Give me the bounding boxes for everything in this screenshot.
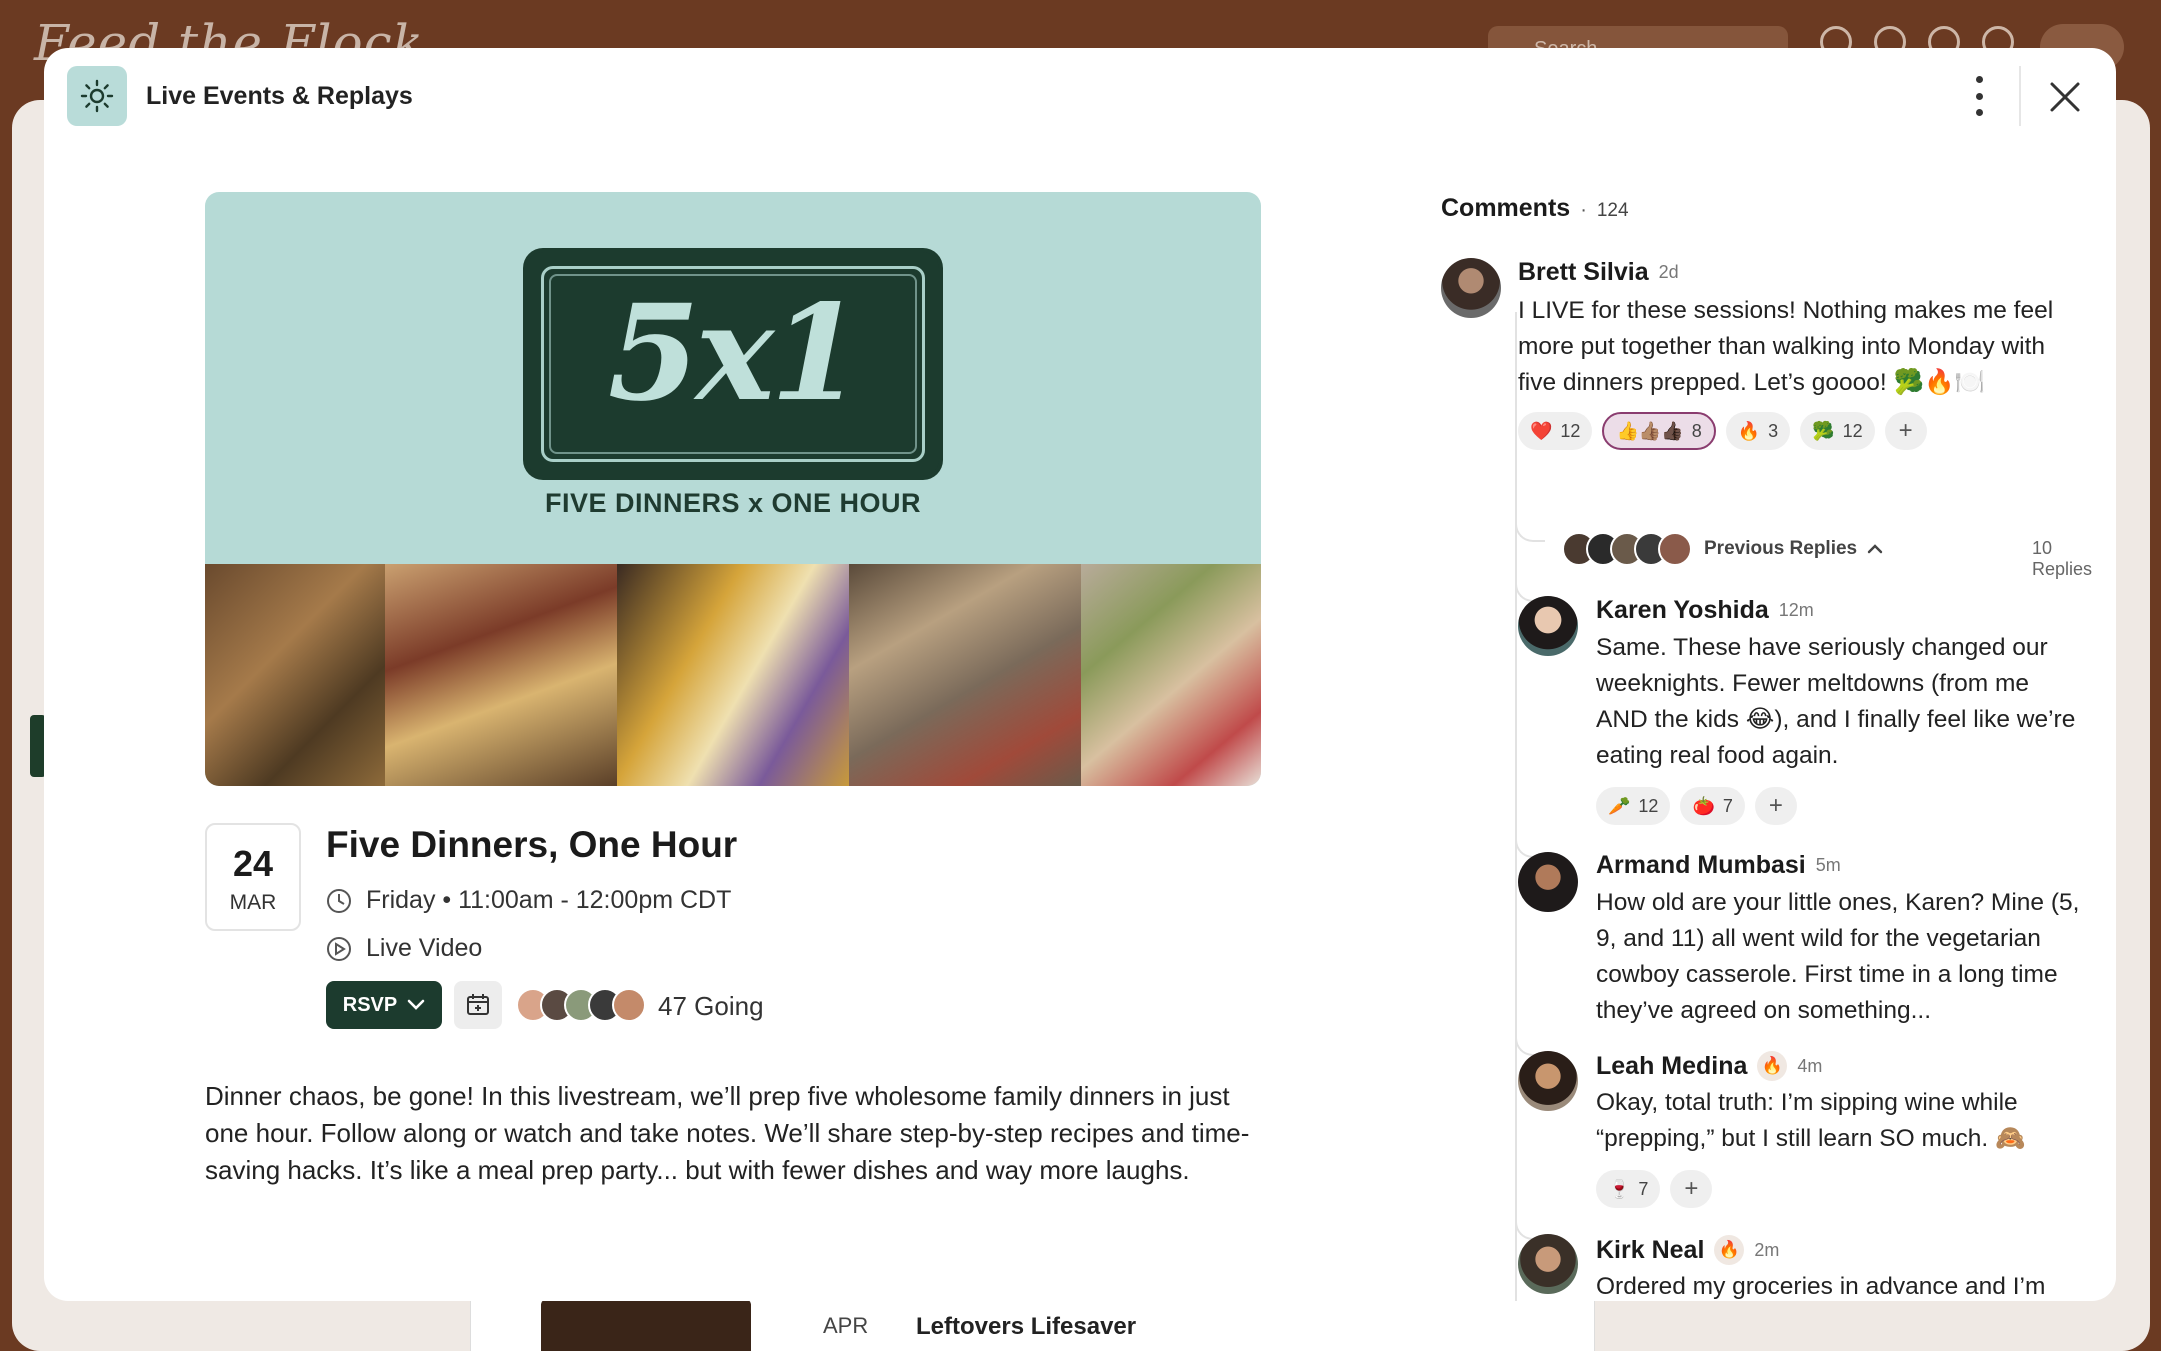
add-reaction-button[interactable]: + (1754, 787, 1797, 825)
comments-count: 124 (1596, 200, 1629, 221)
event-format: Live Video (366, 934, 483, 962)
author-name[interactable]: Leah Medina (1596, 1052, 1747, 1081)
food-photo (1081, 564, 1261, 786)
close-icon[interactable] (2046, 78, 2084, 116)
rsvp-label: RSVP (342, 993, 398, 1016)
modal-header: Live Events & Replays (44, 48, 2116, 144)
chevron-down-icon (407, 999, 425, 1010)
comments-header: Comments · 124 (1441, 194, 1629, 222)
reaction-chip[interactable]: 🥦 12 (1800, 412, 1875, 450)
comment-text: Same. These have seriously changed our w… (1596, 634, 2076, 769)
reaction-chip[interactable]: 🥕 12 (1596, 787, 1671, 825)
event-title: Five Dinners, One Hour (326, 824, 738, 865)
thread-branch (1515, 518, 1545, 542)
comment-text: How old are your little ones, Karen? Min… (1596, 889, 2080, 1024)
replies-count[interactable]: 10 Replies (2032, 538, 2116, 580)
food-photo-strip (205, 564, 1261, 786)
comment-time: 12m (1778, 600, 1814, 620)
event-schedule: Friday • 11:00am - 12:00pm CDT (366, 886, 732, 914)
author-name[interactable]: Brett Silvia (1518, 258, 1649, 287)
comment-time: 2d (1658, 262, 1679, 282)
event-format-row: Live Video (326, 934, 482, 963)
sun-icon (67, 66, 127, 126)
avatar[interactable] (1518, 1051, 1578, 1111)
comment-author[interactable]: Kirk Neal 🔥 2m (1596, 1235, 1779, 1265)
flame-badge-icon: 🔥 (1757, 1051, 1788, 1081)
reaction-bar: ❤️ 12 👍👍🏽👍🏿 8 🔥 3 🥦 12 + (1518, 412, 1927, 450)
event-description: Dinner chaos, be gone! In this livestrea… (205, 1081, 1250, 1185)
comment-time: 4m (1797, 1055, 1823, 1076)
reaction-chip[interactable]: 🔥 3 (1725, 412, 1791, 450)
add-reaction-button[interactable]: + (1884, 412, 1927, 450)
comment-text: Okay, total truth: I’m sipping wine whil… (1596, 1089, 2026, 1152)
avatar[interactable] (1441, 258, 1501, 318)
hero-board-text: 5x1 (607, 276, 862, 431)
event-modal: Live Events & Replays 5x1 FIVE DINNERS x… (44, 48, 2116, 1301)
food-photo (385, 564, 617, 786)
hero-subtitle: FIVE DINNERS x ONE HOUR (544, 488, 922, 518)
comment-time: 5m (1815, 855, 1841, 875)
comment-author[interactable]: Armand Mumbasi 5m (1596, 851, 1841, 880)
header-divider (2019, 66, 2021, 126)
add-to-calendar-button[interactable] (454, 981, 502, 1029)
event-date-box: 24 MAR (205, 823, 301, 931)
food-photo (205, 564, 385, 786)
comment-text: Ordered my groceries in advance and I’m … (1596, 1273, 2046, 1300)
comments-label: Comments (1441, 194, 1571, 222)
event-schedule-row: Friday • 11:00am - 12:00pm CDT (326, 886, 731, 915)
previous-replies-label[interactable]: Previous Replies (1704, 538, 1857, 560)
avatar[interactable] (1518, 1234, 1578, 1294)
going-count[interactable]: 47 Going (658, 991, 764, 1022)
add-reaction-button[interactable]: + (1670, 1170, 1713, 1208)
event-card-date: APR (823, 1313, 869, 1338)
comment-author[interactable]: Leah Medina 🔥 4m (1596, 1051, 1822, 1081)
reaction-chip[interactable]: 🍅 7 (1680, 787, 1745, 825)
event-day: 24 (232, 843, 274, 884)
reaction-chip-selected[interactable]: 👍👍🏽👍🏿 8 (1602, 412, 1716, 450)
flame-badge-icon: 🔥 (1714, 1235, 1745, 1265)
author-name[interactable]: Armand Mumbasi (1596, 851, 1806, 880)
event-card-title: Leftovers Lifesaver (916, 1313, 1137, 1340)
comment-text: I LIVE for these sessions! Nothing makes… (1518, 297, 2054, 396)
event-thumbnail (541, 1299, 751, 1351)
author-name[interactable]: Karen Yoshida (1596, 596, 1769, 625)
attendee-avatars[interactable] (516, 988, 646, 1022)
more-options-icon[interactable] (1964, 76, 1994, 116)
calendar-add-icon (467, 994, 489, 1015)
reaction-bar: 🍷 7 + (1596, 1170, 1713, 1208)
reaction-chip[interactable]: 🍷 7 (1596, 1170, 1661, 1208)
comment-time: 2m (1754, 1239, 1780, 1260)
reaction-bar: 🥕 12 🍅 7 + (1596, 787, 1797, 825)
author-name[interactable]: Kirk Neal (1596, 1236, 1704, 1265)
comment-author[interactable]: Karen Yoshida 12m (1596, 596, 1814, 625)
modal-title: Live Events & Replays (146, 82, 413, 110)
previous-replies-toggle[interactable]: Previous Replies (1562, 532, 1883, 566)
play-circle-icon (327, 936, 351, 961)
thread-line (1515, 312, 1517, 1301)
reaction-chip[interactable]: ❤️ 12 (1518, 412, 1593, 450)
event-hero-image: 5x1 FIVE DINNERS x ONE HOUR (205, 192, 1261, 786)
avatar[interactable] (1518, 596, 1578, 656)
food-photo (849, 564, 1081, 786)
avatar (1658, 532, 1692, 566)
clock-icon (327, 888, 351, 913)
avatar[interactable] (1518, 852, 1578, 912)
chevron-up-icon[interactable] (1867, 544, 1883, 554)
avatar (612, 988, 646, 1022)
food-photo (617, 564, 849, 786)
rsvp-button[interactable]: RSVP (326, 981, 442, 1029)
comment-author[interactable]: Brett Silvia 2d (1518, 258, 1679, 287)
chalkboard-logo: 5x1 (527, 252, 939, 476)
event-month: MAR (229, 891, 277, 914)
